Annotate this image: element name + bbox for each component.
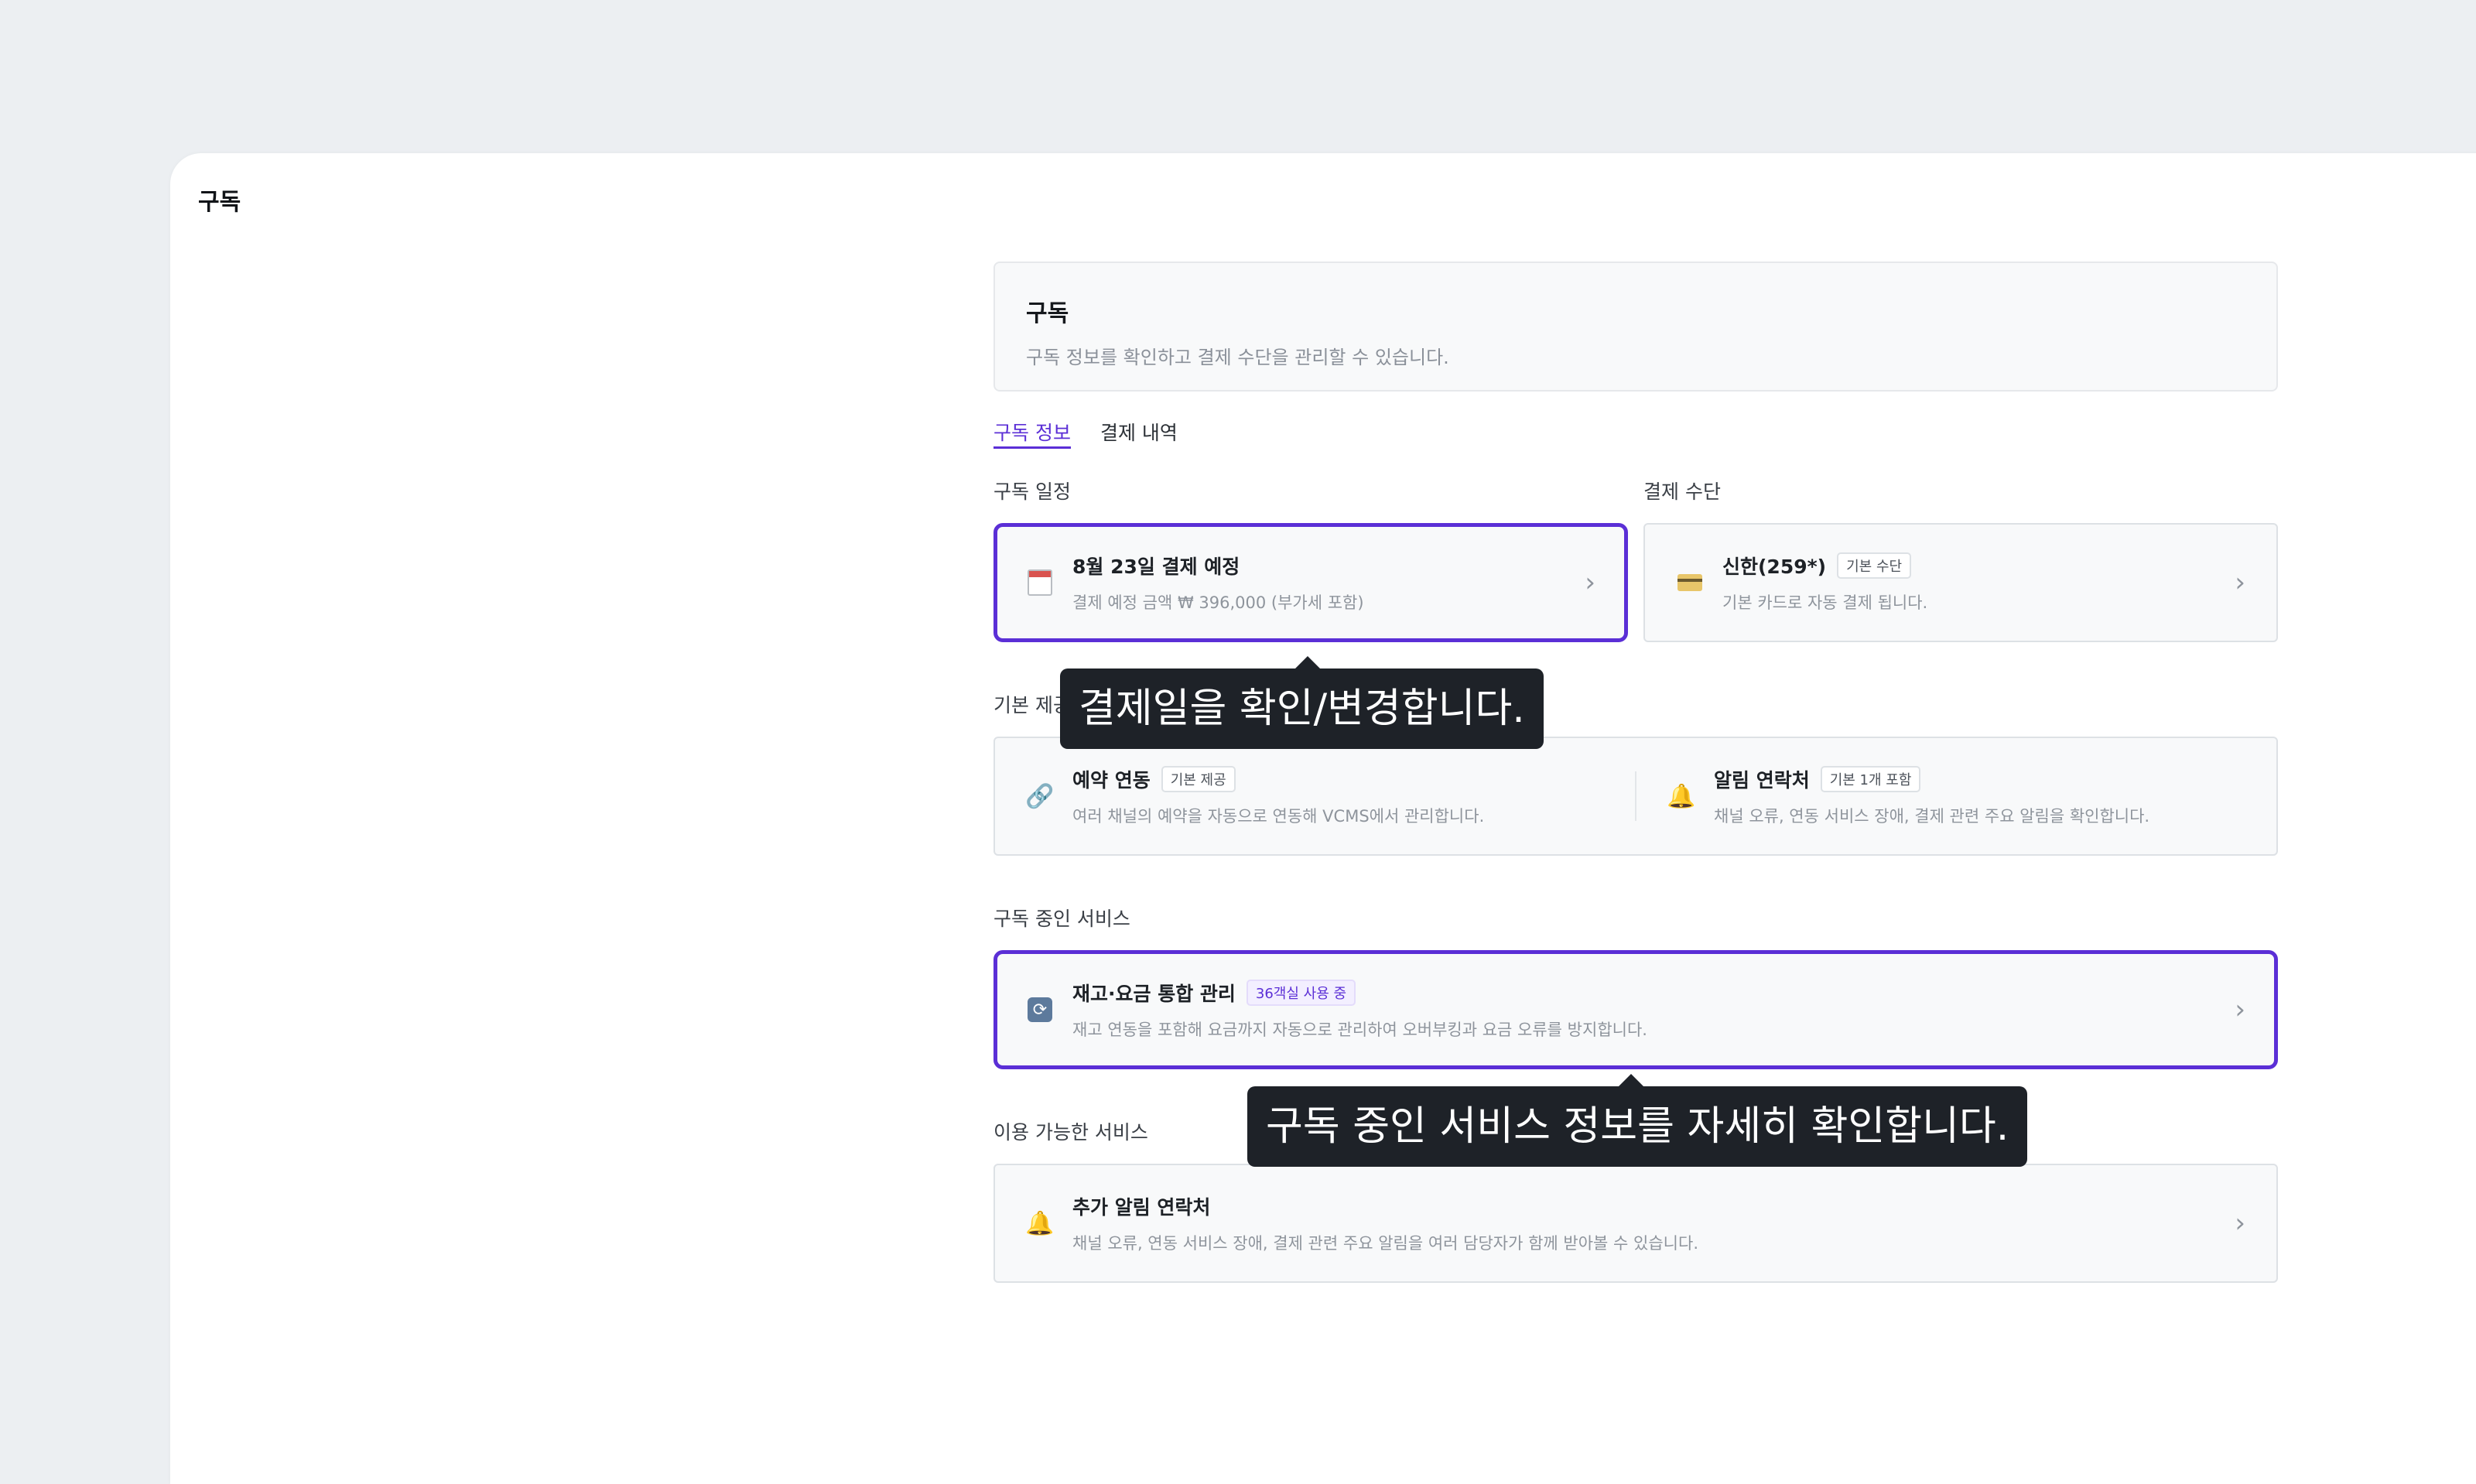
- section-label-schedule: 구독 일정: [993, 480, 1071, 503]
- chevron-right-icon: ›: [2235, 994, 2245, 1025]
- tab-payment-history[interactable]: 결제 내역: [1100, 418, 1178, 449]
- basic-item-desc: 여러 채널의 예약을 자동으로 연동해 VCMS에서 관리합니다.: [1072, 807, 1485, 826]
- section-label-subscribed: 구독 중인 서비스: [993, 908, 1130, 930]
- credit-card-icon: [1676, 569, 1704, 597]
- chevron-right-icon: ›: [2235, 1208, 2245, 1239]
- bell-icon: 🔔: [1667, 782, 1696, 810]
- billing-schedule-desc: 결제 예정 금액 ₩ 396,000 (부가세 포함): [1072, 593, 1364, 612]
- schedule-tooltip-text: 결제일을 확인/변경합니다.: [1079, 686, 1525, 732]
- subscribed-service-card[interactable]: ⟳ 재고·요금 통합 관리 36객실 사용 중 재고 연동을 포함해 요금까지 …: [993, 950, 2278, 1069]
- basic-item-title: 알림 연락처: [1714, 769, 1810, 792]
- available-service-card[interactable]: 🔔 추가 알림 연락처 채널 오류, 연동 서비스 장애, 결제 관련 주요 알…: [993, 1164, 2278, 1283]
- billing-schedule-title: 8월 23일 결제 예정: [1072, 556, 1240, 578]
- billing-schedule-card[interactable]: 8월 23일 결제 예정 결제 예정 금액 ₩ 396,000 (부가세 포함)…: [993, 523, 1628, 642]
- basic-item-badge: 기본 제공: [1161, 766, 1236, 792]
- page-header: 구독 구독 정보를 확인하고 결제 수단을 관리할 수 있습니다.: [993, 262, 2278, 392]
- basic-item-badge: 기본 1개 포함: [1820, 766, 1921, 792]
- page-title: 구독: [1026, 300, 1069, 327]
- sync-icon: ⟳: [1026, 996, 1054, 1024]
- chevron-right-icon: ›: [1585, 567, 1595, 598]
- payment-method-desc: 기본 카드로 자동 결제 됩니다.: [1722, 593, 1928, 612]
- available-service-desc: 채널 오류, 연동 서비스 장애, 결제 관련 주요 알림을 여러 담당자가 함…: [1072, 1234, 1698, 1253]
- link-icon: 🔗: [1025, 782, 1055, 810]
- tab-subscription-info[interactable]: 구독 정보: [993, 418, 1071, 449]
- payment-method-card[interactable]: 신한(259*) 기본 수단 기본 카드로 자동 결제 됩니다. ›: [1643, 523, 2278, 642]
- basic-item-alert-contact: 🔔 알림 연락처 기본 1개 포함 채널 오류, 연동 서비스 장애, 결제 관…: [1667, 765, 2245, 827]
- window-title: 구독: [198, 189, 241, 216]
- subscribed-service-title: 재고·요금 통합 관리: [1072, 983, 1236, 1005]
- bell-icon: 🔔: [1025, 1209, 1055, 1237]
- section-label-payment: 결제 수단: [1643, 480, 1721, 503]
- basic-item-title: 예약 연동: [1072, 769, 1151, 792]
- basic-features-card: 🔗 예약 연동 기본 제공 여러 채널의 예약을 자동으로 연동해 VCMS에서…: [993, 737, 2278, 856]
- default-method-badge: 기본 수단: [1837, 552, 1912, 579]
- page-subtitle: 구독 정보를 확인하고 결제 수단을 관리할 수 있습니다.: [1026, 347, 1449, 368]
- subscription-window: 구독 구독 구독 정보를 확인하고 결제 수단을 관리할 수 있습니다. 구독 …: [170, 153, 2476, 1484]
- divider: [1635, 771, 1636, 821]
- tab-bar: 구독 정보 결제 내역: [993, 418, 2278, 461]
- schedule-payment-row: 구독 일정 8월 23일 결제 예정 결제 예정 금액 ₩ 396,000 (부…: [993, 477, 2278, 642]
- basic-item-desc: 채널 오류, 연동 서비스 장애, 결제 관련 주요 알림을 확인합니다.: [1714, 807, 2150, 826]
- schedule-tooltip: 결제일을 확인/변경합니다.: [1060, 656, 1544, 749]
- subscribed-tooltip-text: 구독 중인 서비스 정보를 자세히 확인합니다.: [1266, 1103, 2009, 1150]
- subscribed-service-desc: 재고 연동을 포함해 요금까지 자동으로 관리하여 오버부킹과 요금 오류를 방…: [1072, 1021, 1647, 1039]
- subscribed-section: 구독 중인 서비스 ⟳ 재고·요금 통합 관리 36객실 사용 중 재고 연동을…: [993, 904, 2278, 1069]
- calendar-icon: [1026, 569, 1054, 597]
- payment-method-title: 신한(259*): [1722, 556, 1827, 578]
- subscribed-tooltip: 구독 중인 서비스 정보를 자세히 확인합니다.: [1247, 1074, 2028, 1167]
- available-service-title: 추가 알림 연락처: [1072, 1196, 1211, 1219]
- room-usage-badge: 36객실 사용 중: [1246, 980, 1356, 1006]
- basic-item-reservation-sync: 🔗 예약 연동 기본 제공 여러 채널의 예약을 자동으로 연동해 VCMS에서…: [1025, 765, 1604, 827]
- chevron-right-icon: ›: [2235, 567, 2245, 598]
